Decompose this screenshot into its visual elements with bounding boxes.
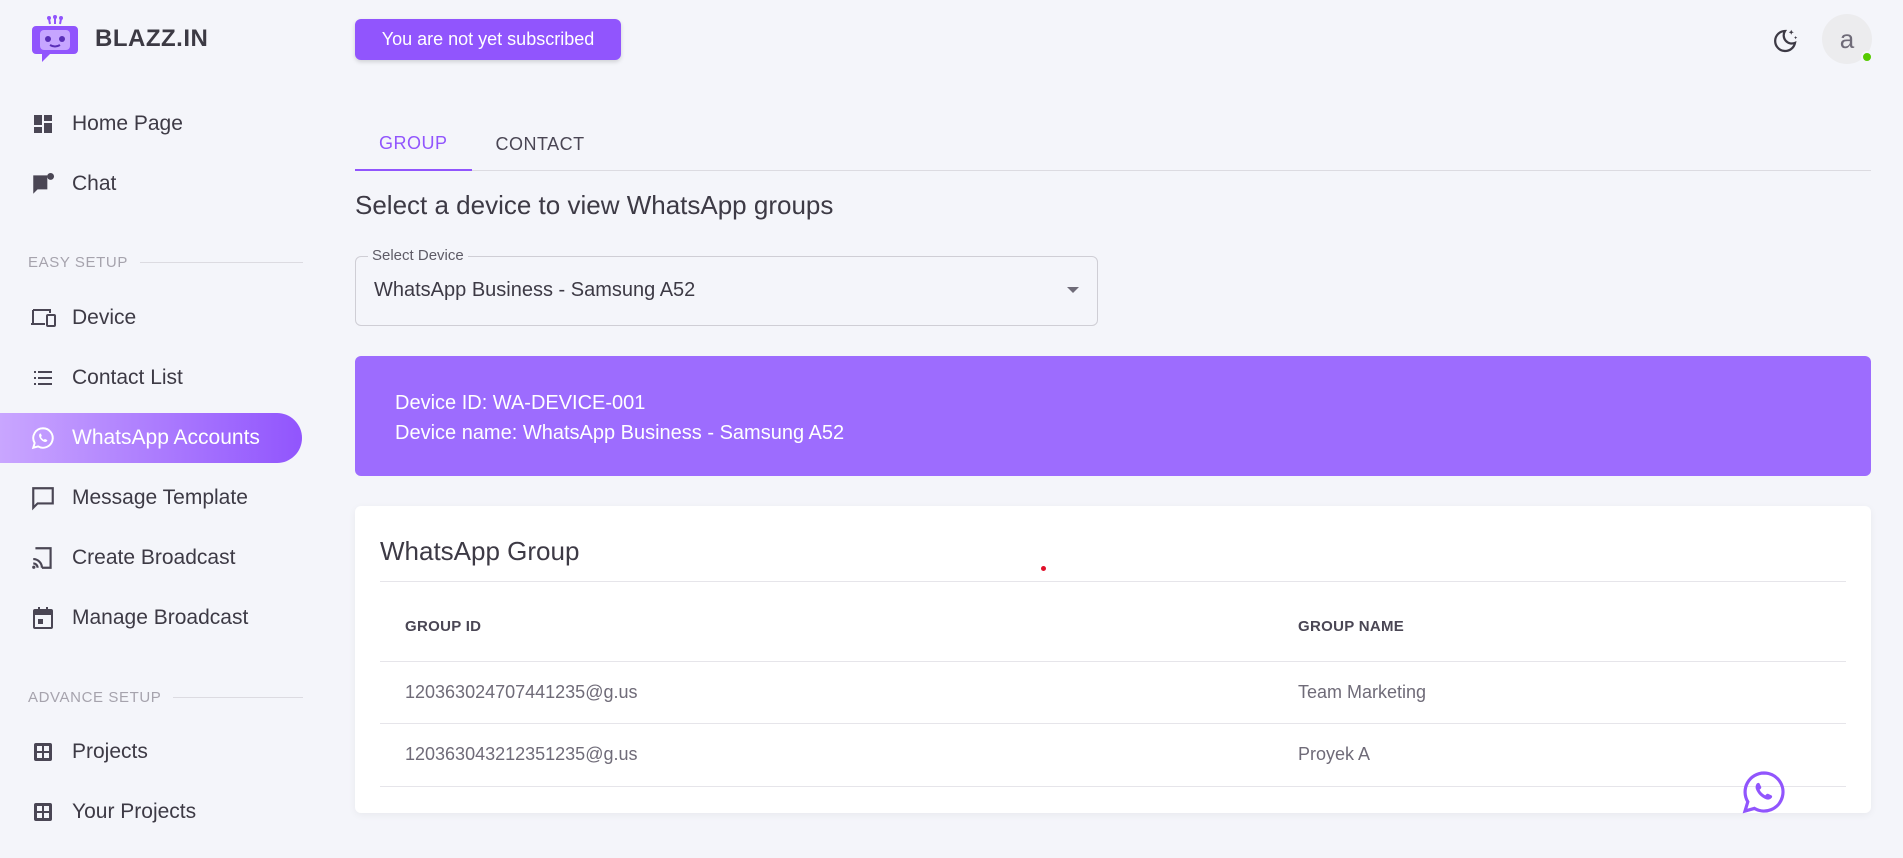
whatsapp-icon <box>28 423 58 453</box>
brand[interactable]: BLAZZ.IN <box>30 14 208 64</box>
dashboard-icon <box>28 109 58 139</box>
sidebar-item-message-template[interactable]: Message Template <box>0 473 302 523</box>
device-select-value: WhatsApp Business - Samsung A52 <box>374 279 696 301</box>
page-heading: Select a device to view WhatsApp groups <box>355 190 834 220</box>
sidebar-item-label: Home Page <box>72 112 183 135</box>
group-name-cell: Proyek A <box>1298 744 1371 764</box>
devices-icon <box>28 303 58 333</box>
message-icon <box>28 483 58 513</box>
sidebar-item-create-broadcast[interactable]: Create Broadcast <box>0 533 302 583</box>
whatsapp-group-card: WhatsApp Group GROUP ID GROUP NAME 12036… <box>355 506 1871 813</box>
online-status-dot <box>1861 51 1873 63</box>
moon-stars-icon <box>1774 29 1798 53</box>
card-title: WhatsApp Group <box>380 536 580 566</box>
list-icon <box>28 363 58 393</box>
device-id: Device ID: WA-DEVICE-001 <box>395 392 646 414</box>
sidebar-item-label: Projects <box>72 740 148 763</box>
sidebar-item-whatsapp-accounts[interactable]: WhatsApp Accounts <box>0 413 302 463</box>
sidebar-item-label: Device <box>72 306 137 329</box>
sidebar-item-label: Manage Broadcast <box>72 606 249 629</box>
section-label-advance-setup: ADVANCE SETUP <box>28 689 303 706</box>
sidebar-item-projects[interactable]: Projects <box>0 727 302 777</box>
tab-contact[interactable]: CONTACT <box>472 118 609 171</box>
divider <box>380 661 1846 662</box>
subscription-notice-button[interactable]: You are not yet subscribed <box>355 19 621 60</box>
sidebar-item-chat[interactable]: Chat <box>0 159 302 209</box>
avatar[interactable]: a <box>1822 14 1873 64</box>
tab-group[interactable]: GROUP <box>355 118 472 171</box>
group-id-cell: 120363024707441235@g.us <box>405 682 638 702</box>
column-header-group-id: GROUP ID <box>405 618 482 635</box>
calendar-icon <box>28 603 58 633</box>
sidebar-item-device[interactable]: Device <box>0 293 302 343</box>
brand-name: BLAZZ.IN <box>95 25 209 52</box>
cast-icon <box>28 543 58 573</box>
grid-icon <box>28 797 58 827</box>
avatar-letter: a <box>1839 23 1855 54</box>
caret-down-icon <box>1067 287 1079 293</box>
sidebar-item-contact-list[interactable]: Contact List <box>0 353 302 403</box>
grid-icon <box>28 737 58 767</box>
sidebar: BLAZZ.IN Home Page Chat EASY SETUP Devic… <box>0 0 310 858</box>
theme-toggle-button[interactable] <box>1770 26 1800 56</box>
sidebar-item-label: WhatsApp Accounts <box>72 426 260 449</box>
cursor-dot <box>1041 566 1046 571</box>
tabs: GROUP CONTACT <box>355 118 1871 171</box>
device-name: Device name: WhatsApp Business - Samsung… <box>395 422 845 444</box>
divider <box>380 786 1846 787</box>
sidebar-item-your-projects[interactable]: Your Projects <box>0 787 302 837</box>
group-id-cell: 120363043212351235@g.us <box>405 744 638 764</box>
sidebar-item-label: Create Broadcast <box>72 546 236 569</box>
sidebar-item-label: Chat <box>72 172 117 195</box>
sidebar-item-manage-broadcast[interactable]: Manage Broadcast <box>0 593 302 643</box>
divider <box>380 723 1846 724</box>
device-info-panel: Device ID: WA-DEVICE-001 Device name: Wh… <box>355 356 1871 476</box>
device-select-label: Select Device <box>368 247 468 264</box>
section-label-easy-setup: EASY SETUP <box>28 254 303 271</box>
device-select[interactable]: Select Device WhatsApp Business - Samsun… <box>355 247 1098 326</box>
sidebar-item-label: Message Template <box>72 486 248 509</box>
whatsapp-icon <box>1742 771 1785 814</box>
robot-logo-icon <box>32 15 78 62</box>
sidebar-item-label: Contact List <box>72 366 183 389</box>
divider <box>380 581 1846 582</box>
whatsapp-chat-button[interactable] <box>1740 768 1788 816</box>
chat-icon <box>28 169 58 199</box>
sidebar-item-label: Your Projects <box>72 800 197 823</box>
column-header-group-name: GROUP NAME <box>1298 618 1405 635</box>
sidebar-item-home-page[interactable]: Home Page <box>0 99 302 149</box>
group-name-cell: Team Marketing <box>1298 682 1427 702</box>
